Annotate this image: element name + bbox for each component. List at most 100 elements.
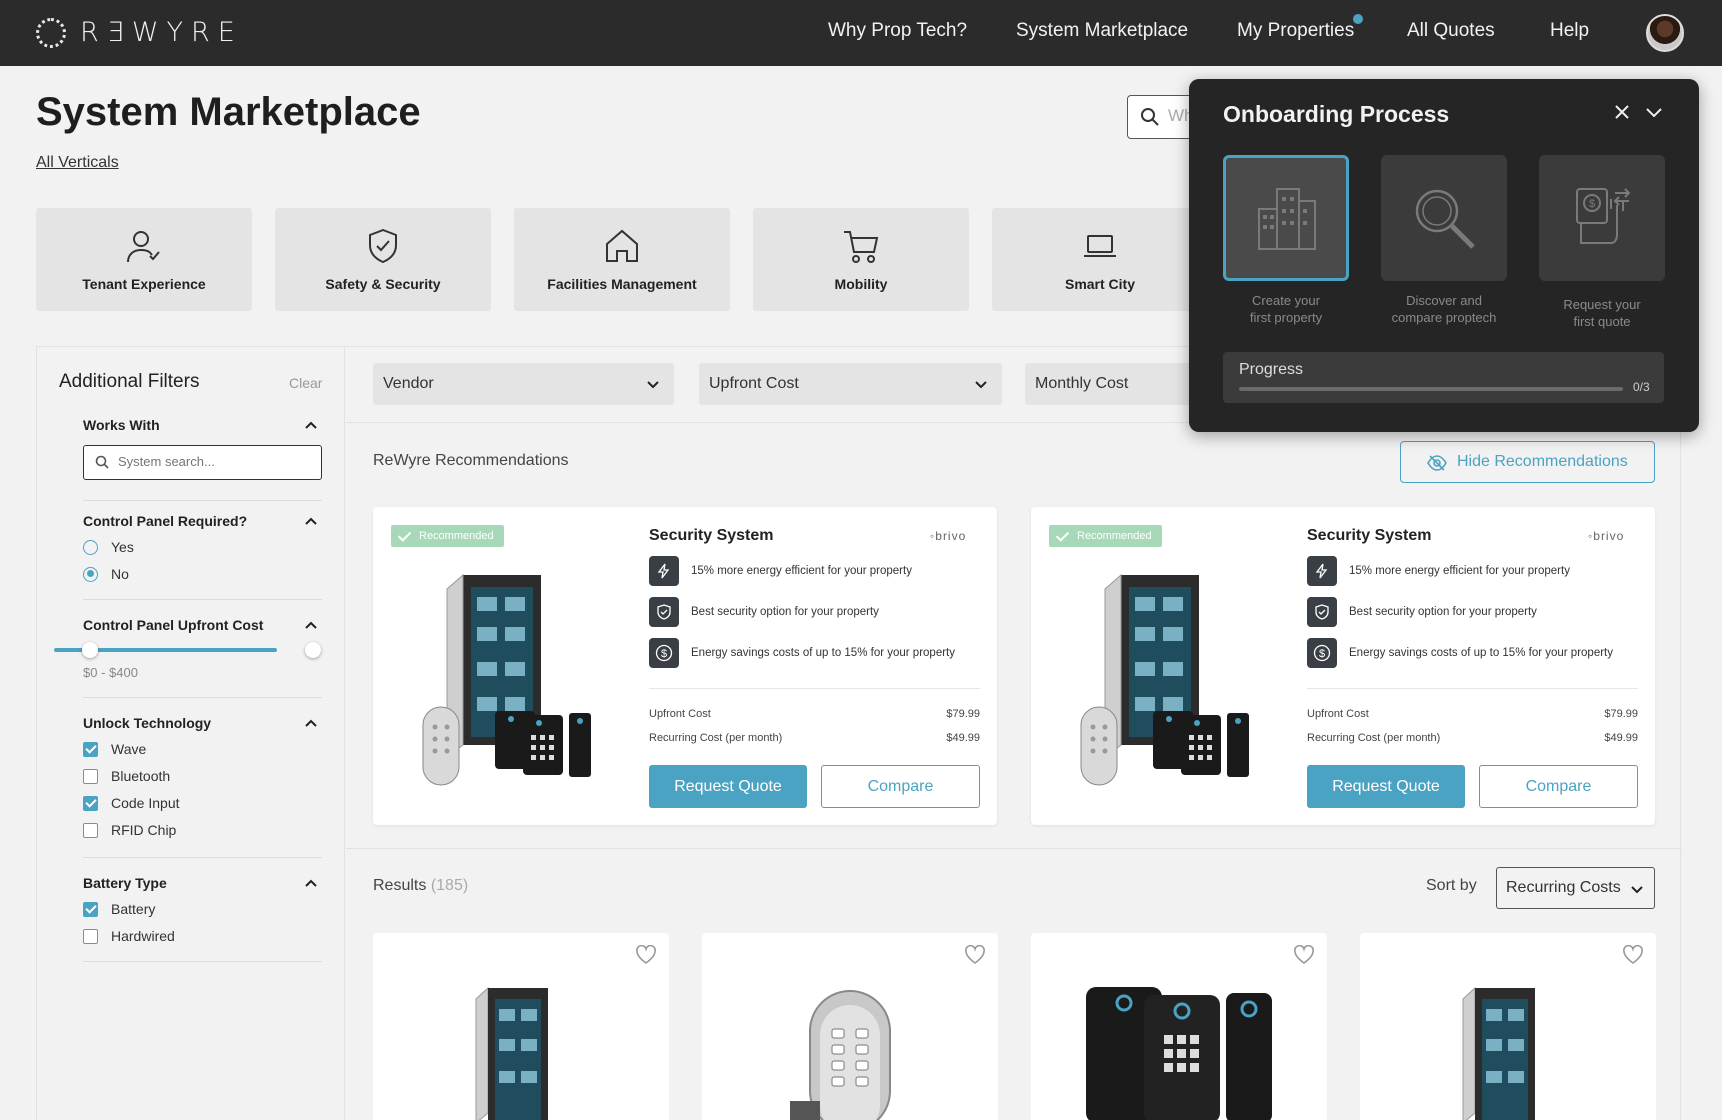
divider: [346, 848, 1682, 849]
divider: [83, 599, 322, 600]
svg-text:$: $: [1319, 648, 1325, 660]
nav-system-marketplace[interactable]: System Marketplace: [1016, 20, 1188, 42]
recurring-cost-label: Recurring Cost (per month): [1307, 732, 1441, 744]
chevron-up-icon[interactable]: [305, 419, 317, 431]
nav-my-properties[interactable]: My Properties: [1237, 20, 1354, 42]
checkbox[interactable]: [83, 822, 98, 838]
upfront-cost-dropdown[interactable]: Upfront Cost: [699, 363, 1002, 405]
radio-option-no[interactable]: No: [83, 566, 129, 582]
nav-help[interactable]: Help: [1550, 20, 1589, 42]
page-title: System Marketplace: [36, 90, 421, 134]
upfront-cost-row: Upfront Cost $79.99: [649, 708, 980, 720]
onboarding-progress: Progress 0/3: [1223, 352, 1664, 403]
upfront-cost-row: Upfront Cost $79.99: [1307, 708, 1638, 720]
user-avatar[interactable]: [1646, 14, 1684, 52]
checkbox[interactable]: [83, 741, 98, 757]
hand-money-icon: $: [1576, 188, 1631, 244]
recurring-cost-row: Recurring Cost (per month) $49.99: [649, 732, 980, 744]
category-safety-security[interactable]: Safety & Security: [275, 208, 491, 311]
onboarding-step-discover[interactable]: [1381, 155, 1507, 281]
checkbox-option-code-input[interactable]: Code Input: [83, 795, 180, 811]
category-mobility[interactable]: Mobility: [753, 208, 969, 311]
heart-icon[interactable]: [1293, 945, 1315, 965]
search-icon: [1141, 108, 1159, 126]
divider: [83, 500, 322, 501]
control-panel-product-image: [475, 986, 548, 1120]
system-search[interactable]: [83, 445, 322, 480]
checkbox[interactable]: [83, 768, 98, 784]
recurring-cost-value: $49.99: [1604, 732, 1638, 744]
checkbox[interactable]: [83, 795, 98, 811]
feature-text: Energy savings costs of up to 15% for yo…: [1349, 647, 1613, 659]
brand-name: brivo: [935, 529, 967, 543]
checkbox-option-wave[interactable]: Wave: [83, 741, 146, 757]
price-range-slider-min-handle[interactable]: [82, 642, 98, 658]
divider: [83, 961, 322, 962]
category-tenant-experience[interactable]: Tenant Experience: [36, 208, 252, 311]
dropdown-label: Vendor: [383, 375, 434, 392]
heart-icon[interactable]: [964, 945, 986, 965]
divider: [83, 857, 322, 858]
checkbox[interactable]: [83, 928, 98, 944]
all-verticals-link[interactable]: All Verticals: [36, 154, 119, 172]
shield-check-icon: [1307, 597, 1337, 627]
product-card[interactable]: [1360, 933, 1656, 1120]
step-label-line: compare proptech: [1391, 310, 1497, 325]
checkbox-option-bluetooth[interactable]: Bluetooth: [83, 768, 170, 784]
checkbox[interactable]: [83, 901, 98, 917]
compare-button[interactable]: Compare: [1479, 765, 1638, 808]
chevron-up-icon[interactable]: [305, 717, 317, 729]
feature-row: Best security option for your property: [649, 597, 879, 627]
vendor-dropdown[interactable]: Vendor: [373, 363, 674, 405]
step-label-line: Discover and: [1406, 293, 1482, 308]
sort-by-select[interactable]: Recurring Costs: [1496, 867, 1655, 909]
divider: [1307, 688, 1638, 689]
price-range-slider-max-handle[interactable]: [305, 642, 321, 658]
progress-count: 0/3: [1633, 380, 1650, 394]
onboarding-step-create-property[interactable]: [1223, 155, 1349, 281]
onboarding-step-request-quote[interactable]: $: [1539, 155, 1665, 281]
chevron-up-icon[interactable]: [305, 515, 317, 527]
dropdown-label: Monthly Cost: [1035, 375, 1129, 392]
control-panel-product-image: [1462, 986, 1535, 1120]
user-check-icon: [127, 231, 160, 263]
product-title: Security System: [1307, 527, 1432, 544]
request-quote-button[interactable]: Request Quote: [1307, 765, 1465, 808]
category-facilities-management[interactable]: Facilities Management: [514, 208, 730, 311]
hide-recommendations-button[interactable]: Hide Recommendations: [1400, 441, 1655, 483]
chevron-up-icon[interactable]: [305, 619, 317, 631]
recommended-badge: Recommended: [1049, 525, 1162, 547]
feature-text: Best security option for your property: [691, 606, 879, 618]
feature-row: 15% more energy efficient for your prope…: [1307, 556, 1570, 586]
chevron-down-icon[interactable]: [1645, 105, 1663, 119]
product-card[interactable]: [373, 933, 669, 1120]
security-system-product-image: [1080, 573, 1249, 786]
heart-icon[interactable]: [635, 945, 657, 965]
product-card[interactable]: [702, 933, 998, 1120]
monthly-cost-dropdown[interactable]: Monthly Cost: [1025, 363, 1195, 405]
radio-button[interactable]: [83, 566, 98, 582]
system-search-input[interactable]: [118, 454, 308, 469]
option-label: RFID Chip: [111, 822, 177, 838]
magnifier-icon: [1415, 189, 1475, 249]
product-card[interactable]: [1031, 933, 1327, 1120]
close-icon[interactable]: [1613, 103, 1631, 121]
radio-button[interactable]: [83, 539, 98, 555]
category-smart-city[interactable]: Smart City: [992, 208, 1208, 311]
nav-all-quotes[interactable]: All Quotes: [1407, 20, 1495, 42]
checkbox-option-hardwired[interactable]: Hardwired: [83, 928, 175, 944]
logo-mark-icon: [36, 17, 66, 48]
checkbox-option-rfid-chip[interactable]: RFID Chip: [83, 822, 176, 838]
radio-option-yes[interactable]: Yes: [83, 539, 134, 555]
chevron-up-icon[interactable]: [305, 877, 317, 889]
heart-icon[interactable]: [1622, 945, 1644, 965]
checkbox-option-battery[interactable]: Battery: [83, 901, 155, 917]
nav-why-prop-tech[interactable]: Why Prop Tech?: [828, 20, 967, 42]
feature-row: $ Energy savings costs of up to 15% for …: [1307, 638, 1613, 668]
compare-button[interactable]: Compare: [821, 765, 980, 808]
request-quote-button[interactable]: Request Quote: [649, 765, 807, 808]
shield-check-icon: [649, 597, 679, 627]
recommended-badge: Recommended: [391, 525, 504, 547]
filters-clear-button[interactable]: Clear: [289, 375, 322, 391]
rewyre-logo[interactable]: RƎWYRE: [36, 17, 243, 48]
